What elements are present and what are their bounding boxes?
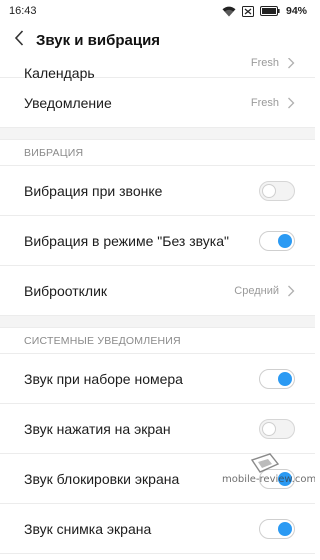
row-label: Звук блокировки экрана (24, 470, 180, 487)
row-vibrate-silent[interactable]: Вибрация в режиме "Без звука" (0, 216, 315, 266)
wifi-icon (222, 6, 236, 17)
section-header-vibration: ВИБРАЦИЯ (0, 140, 315, 166)
row-right: Fresh (251, 97, 295, 109)
chevron-right-icon (287, 57, 295, 69)
toggle-knob (262, 183, 276, 198)
back-button[interactable] (4, 22, 34, 58)
page-title: Звук и вибрация (36, 31, 161, 49)
toggle-switch[interactable] (259, 230, 295, 251)
row-screenshot-sound[interactable]: Звук снимка экрана (0, 504, 315, 554)
toggle-knob (278, 233, 292, 248)
row-value: Fresh (250, 57, 279, 69)
row-right: Fresh (251, 57, 295, 69)
settings-list: Календарь Fresh Уведомление Fresh ВИБРАЦ… (0, 44, 315, 554)
row-label: Звук снимка экрана (24, 520, 152, 537)
toggle-switch[interactable] (259, 180, 295, 201)
row-label: Календарь (24, 65, 95, 81)
chevron-right-icon (287, 97, 295, 109)
row-notification[interactable]: Уведомление Fresh (0, 78, 315, 128)
row-value: Средний (234, 284, 279, 297)
toggle-knob (278, 521, 292, 536)
row-label: Виброотклик (24, 282, 108, 299)
row-label: Звук при наборе номера (24, 370, 183, 387)
toggle-switch[interactable] (259, 418, 295, 439)
row-lock-sound[interactable]: Звук блокировки экрана (0, 454, 315, 504)
row-label: Уведомление (24, 94, 112, 111)
row-dial-sound[interactable]: Звук при наборе номера (0, 354, 315, 404)
app-header: Звук и вибрация (0, 22, 315, 58)
sim-disabled-icon (241, 5, 254, 17)
toggle-switch[interactable] (259, 368, 295, 389)
row-touch-sound[interactable]: Звук нажатия на экран (0, 404, 315, 454)
battery-icon (259, 6, 280, 16)
section-gap (0, 316, 315, 328)
row-label: Вибрация при звонке (24, 182, 163, 199)
status-bar: 16:43 94% (0, 0, 315, 22)
toggle-switch[interactable] (259, 518, 295, 539)
toggle-switch[interactable] (259, 468, 295, 489)
row-value: Fresh (250, 96, 279, 109)
toggle-knob (262, 421, 276, 436)
section-header-system: СИСТЕМНЫЕ УВЕДОМЛЕНИЯ (0, 328, 315, 354)
status-icons: 94% (222, 5, 307, 17)
toggle-knob (278, 371, 292, 386)
chevron-right-icon (287, 285, 295, 297)
battery-percent: 94% (285, 5, 307, 17)
row-vibrate-on-ring[interactable]: Вибрация при звонке (0, 166, 315, 216)
row-haptic-feedback[interactable]: Виброотклик Средний (0, 266, 315, 316)
section-gap (0, 128, 315, 140)
chevron-left-icon (14, 29, 24, 51)
row-label: Звук нажатия на экран (24, 420, 171, 437)
status-time: 16:43 (9, 5, 37, 17)
toggle-knob (278, 471, 292, 486)
screen: 16:43 94% Звук и вибрация Календарь Fres… (0, 0, 315, 560)
row-label: Вибрация в режиме "Без звука" (24, 232, 229, 249)
row-right: Средний (234, 285, 295, 297)
